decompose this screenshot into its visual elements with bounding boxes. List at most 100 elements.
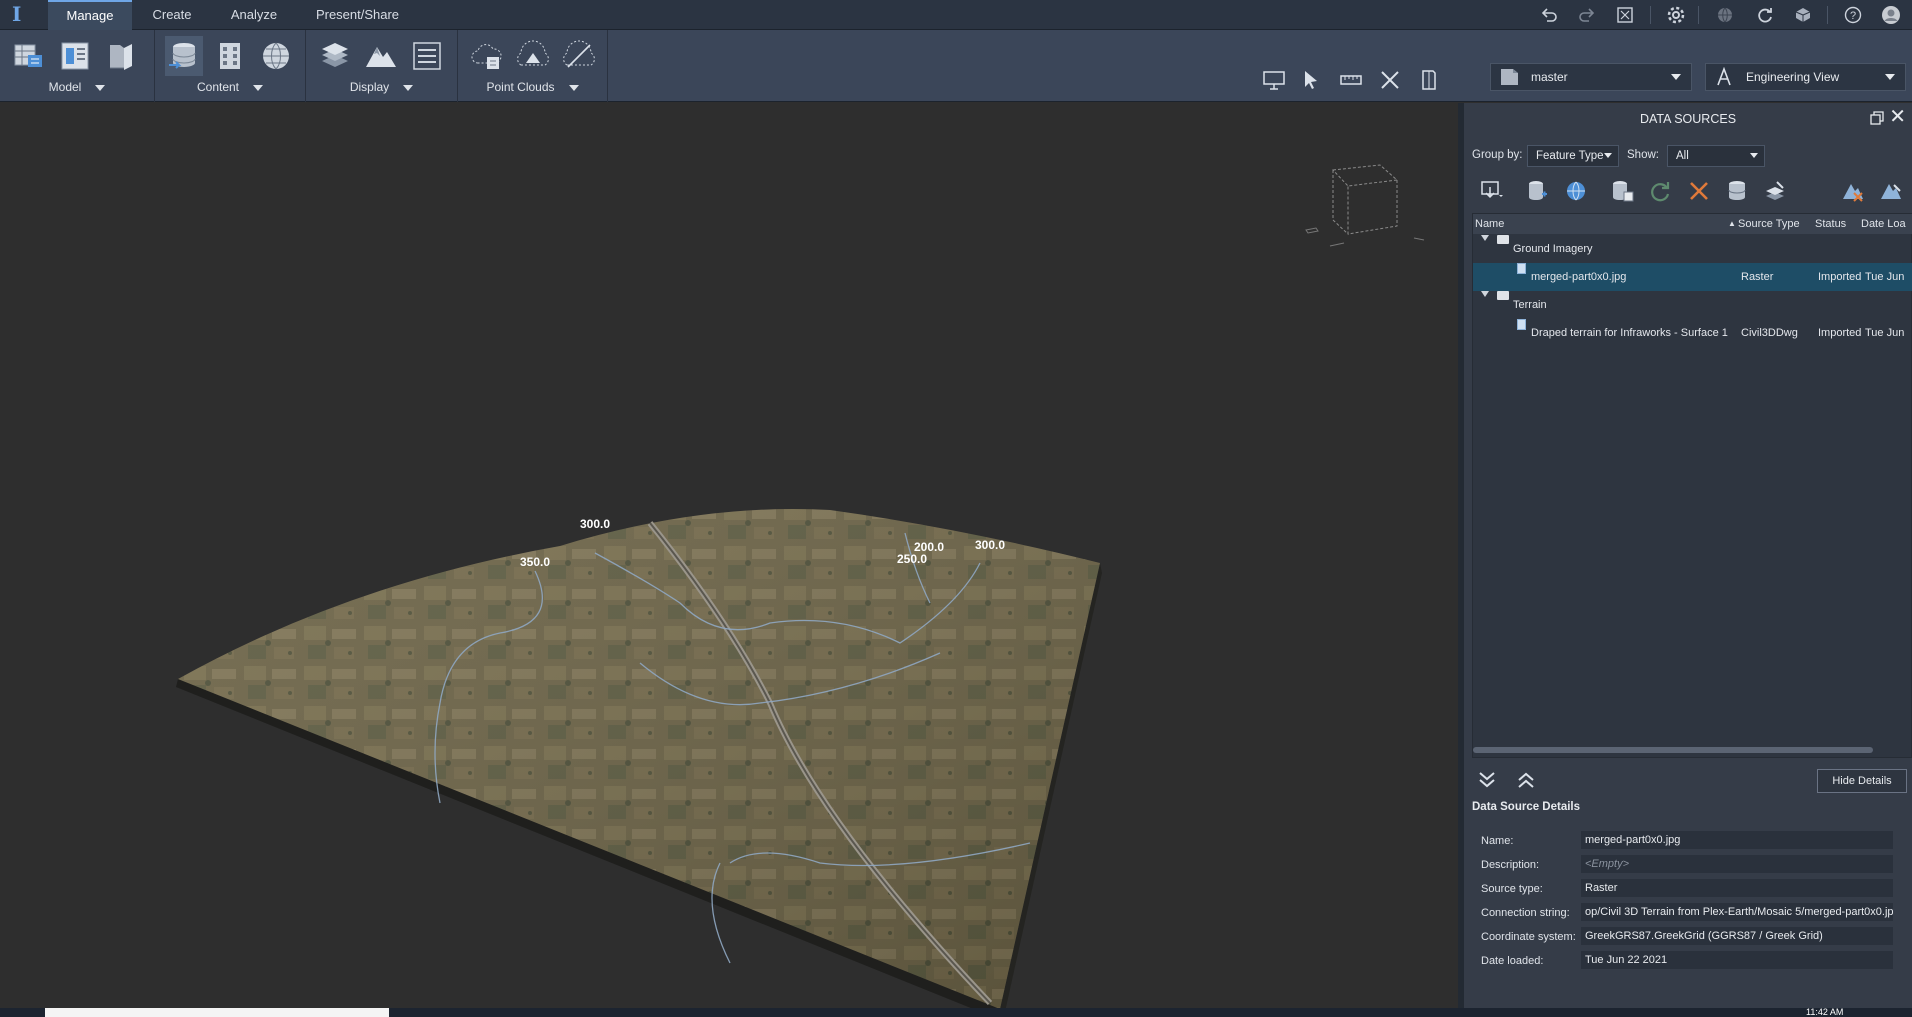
detail-label-description: Description: [1481,859,1540,871]
view-dropdown[interactable]: Engineering View [1705,63,1906,91]
model-icon[interactable] [1790,0,1816,30]
taskbar-search-box[interactable] [45,1008,389,1017]
point-cloud-clip-icon[interactable] [560,36,598,76]
chevron-down-icon[interactable] [95,84,106,91]
detail-value-description[interactable]: <Empty> [1581,855,1893,873]
detail-value-name[interactable]: merged-part0x0.jpg [1581,831,1893,849]
detail-value-connection[interactable]: op/Civil 3D Terrain from Plex-Earth/Mosa… [1581,903,1893,921]
stack-icon[interactable] [1722,176,1752,206]
app-logo[interactable]: I [12,2,21,26]
column-header-status[interactable]: Status [1815,214,1846,234]
group-row-ground-imagery[interactable]: Ground Imagery [1473,235,1912,263]
ribbon-group-label-point-clouds[interactable]: Point Clouds [486,80,554,94]
terrain-model[interactable]: 300.0 350.0 200.0 250.0 300.0 [0,103,1458,1008]
detail-label-connection: Connection string: [1481,907,1570,919]
tab-create[interactable]: Create [140,0,204,30]
terrain-icon[interactable] [362,36,400,76]
column-header-source-type[interactable]: Source Type [1738,214,1800,234]
chevron-down-icon[interactable] [403,84,414,91]
help-icon[interactable]: ? [1840,0,1866,30]
buildings-icon[interactable] [211,36,249,76]
source-name: merged-part0x0.jpg [1531,271,1627,283]
user-avatar-icon[interactable] [1878,0,1904,30]
select-icon[interactable] [1294,66,1328,94]
expand-all-icon[interactable] [1475,768,1499,792]
column-header-date[interactable]: Date Loa [1861,214,1906,234]
source-name: Draped terrain for Infraworks - Surface … [1531,327,1728,339]
detail-value-date-loaded[interactable]: Tue Jun 22 2021 [1581,951,1893,969]
folder-icon [1497,235,1509,244]
show-dropdown[interactable]: All [1667,145,1765,167]
restore-icon[interactable] [1870,111,1884,125]
sync-icon[interactable] [1752,0,1778,30]
contour-label: 250.0 [897,552,927,566]
globe-icon[interactable] [1712,0,1738,30]
toolbar-separator [1827,6,1828,24]
source-date: Tue Jun [1865,327,1905,339]
model-properties-icon[interactable] [10,36,48,76]
point-cloud-terrain-icon[interactable] [514,36,552,76]
contour-label: 300.0 [580,517,610,531]
horizontal-scrollbar[interactable] [1473,747,1873,753]
hide-details-button[interactable]: Hide Details [1817,769,1907,793]
add-source-icon[interactable] [1472,176,1512,206]
presentation-icon[interactable] [1257,66,1291,94]
detail-label-date-loaded: Date loaded: [1481,955,1544,967]
close-icon[interactable]: ✕ [1889,107,1906,127]
data-sources-list: Name ▲ Source Type Status Date Loa Groun… [1472,213,1912,758]
table-row[interactable]: Draped terrain for Infraworks - Surface … [1473,319,1912,347]
toolbar-separator [1698,6,1699,24]
collapse-all-icon[interactable] [1514,768,1538,792]
ribbon-group-label-model[interactable]: Model [49,80,82,94]
collapse-icon[interactable] [1481,235,1489,241]
data-sources-icon[interactable] [165,36,203,76]
sort-ascending-icon[interactable]: ▲ [1728,214,1736,234]
svg-text:?: ? [1850,10,1856,22]
list-icon[interactable] [408,36,446,76]
chevron-down-icon[interactable] [568,84,579,91]
model-layout-icon[interactable] [56,36,94,76]
detail-value-source-type[interactable]: Raster [1581,879,1893,897]
top-tab-bar: I Manage Create Analyze Present/Share ? [0,0,1912,30]
layers-edit-icon[interactable] [1760,176,1790,206]
style-icon[interactable] [1837,176,1867,206]
settings-icon[interactable] [1663,0,1689,30]
redo-icon[interactable] [1574,0,1600,30]
ribbon-group-label-content[interactable]: Content [197,80,239,94]
table-row[interactable]: merged-part0x0.jpg Raster Imported Tue J… [1473,263,1912,291]
tab-manage[interactable]: Manage [48,0,132,30]
model-book-icon[interactable] [102,36,140,76]
globe-data-icon[interactable] [257,36,295,76]
point-cloud-icon[interactable] [468,36,506,76]
globe-connect-icon[interactable] [1561,176,1591,206]
layers-icon[interactable] [316,36,354,76]
view-style-icon [1714,66,1736,87]
database-icon[interactable] [1522,176,1552,206]
view-cube[interactable] [1300,160,1440,250]
undo-icon[interactable] [1536,0,1562,30]
column-header-name[interactable]: Name [1475,214,1504,234]
group-by-dropdown[interactable]: Feature Type [1527,145,1619,167]
tools-icon[interactable] [1373,66,1407,94]
fit-view-icon[interactable] [1612,0,1638,30]
measure-icon[interactable] [1334,66,1368,94]
collapse-icon[interactable] [1481,291,1489,297]
tab-present-share[interactable]: Present/Share [305,0,410,30]
group-row-terrain[interactable]: Terrain [1473,291,1912,319]
source-date: Tue Jun [1865,271,1905,283]
detail-value-coordinate-system[interactable]: GreekGRS87.GreekGrid (GGRS87 / Greek Gri… [1581,927,1893,945]
ribbon-group-point-clouds: Point Clouds [458,30,608,102]
chevron-down-icon[interactable] [253,84,264,91]
chevron-down-icon [1604,153,1612,158]
tab-analyze[interactable]: Analyze [218,0,290,30]
style-remove-icon[interactable] [1875,176,1905,206]
refresh-icon[interactable] [1645,176,1675,206]
ribbon-group-label-display[interactable]: Display [350,80,389,94]
contour-label: 300.0 [975,538,1005,552]
bookmark-icon[interactable] [1412,66,1446,94]
proposal-dropdown[interactable]: master [1490,63,1692,91]
detail-label-source-type: Source type: [1481,883,1543,895]
configure-icon[interactable] [1607,176,1637,206]
list-header: Name ▲ Source Type Status Date Loa [1473,214,1912,234]
remove-icon[interactable] [1684,176,1714,206]
